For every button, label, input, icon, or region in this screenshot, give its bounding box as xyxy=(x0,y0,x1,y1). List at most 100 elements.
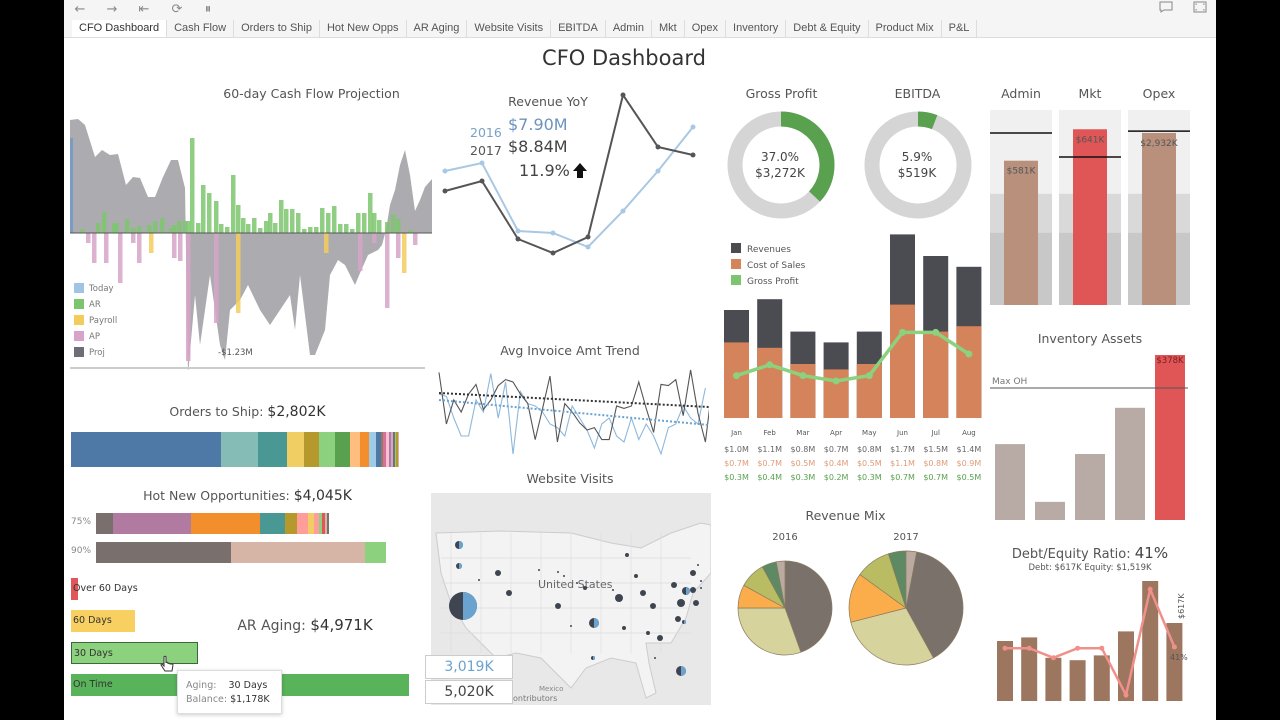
opp-segment[interactable] xyxy=(297,513,308,534)
visit-marker[interactable] xyxy=(697,564,699,566)
revenue-yoy-chart[interactable]: Revenue YoY 2016 $7.90M 2017 $8.84M 11.9… xyxy=(430,85,710,315)
debt-bar[interactable] xyxy=(1045,657,1062,701)
tab-product-mix[interactable]: Product Mix xyxy=(869,20,942,37)
visit-marker[interactable] xyxy=(700,580,702,582)
expense-bar[interactable] xyxy=(1004,160,1038,305)
pause-updates-icon[interactable]: ⏸ xyxy=(198,1,218,19)
inventory-bar[interactable] xyxy=(1115,407,1145,520)
visit-marker[interactable] xyxy=(612,589,614,591)
avg-invoice-chart[interactable] xyxy=(434,365,709,460)
order-segment[interactable] xyxy=(319,432,336,467)
expense-bar[interactable] xyxy=(1142,132,1176,305)
ebitda-donut[interactable]: 5.9% $519K xyxy=(861,108,976,223)
opp-segment[interactable] xyxy=(327,513,329,534)
expense-bullet-admin[interactable]: $581K xyxy=(990,110,1052,306)
cost-of-sales-bar[interactable] xyxy=(956,326,982,418)
debt-bar[interactable] xyxy=(1142,581,1159,701)
legend-item-ap[interactable]: AP xyxy=(74,331,100,342)
cost-of-sales-bar[interactable] xyxy=(890,304,915,418)
inventory-chart[interactable]: Max OH $378K xyxy=(990,350,1190,522)
pl-legend-cost-of-sales[interactable]: Cost of Sales xyxy=(731,259,806,271)
tab-ebitda[interactable]: EBITDA xyxy=(551,20,606,37)
tab-mkt[interactable]: Mkt xyxy=(652,20,685,37)
visit-marker[interactable] xyxy=(690,587,696,593)
opp-segment[interactable] xyxy=(190,513,261,534)
inventory-bar[interactable] xyxy=(1035,501,1065,520)
tab-cfo-dashboard[interactable]: CFO Dashboard xyxy=(72,20,168,37)
tab-admin[interactable]: Admin xyxy=(606,20,652,37)
order-segment[interactable] xyxy=(221,432,258,467)
visit-marker[interactable] xyxy=(615,594,623,602)
visit-marker[interactable] xyxy=(576,582,578,584)
revenue-mix-chart[interactable]: 2016 2017 xyxy=(718,525,988,675)
order-segment[interactable] xyxy=(359,432,370,467)
order-segment[interactable] xyxy=(257,432,287,467)
visit-marker[interactable] xyxy=(506,590,512,596)
opp-segment[interactable] xyxy=(96,542,231,563)
cost-of-sales-bar[interactable] xyxy=(757,347,783,418)
opp-segment[interactable] xyxy=(284,513,298,534)
ar-bucket-30-days[interactable]: 30 Days xyxy=(71,642,198,664)
ar-bucket-over-60-days[interactable]: Over 60 Days xyxy=(71,578,138,600)
opp-segment[interactable] xyxy=(365,542,386,563)
visit-marker[interactable] xyxy=(478,579,480,581)
visit-marker[interactable] xyxy=(677,599,685,607)
order-segment[interactable] xyxy=(335,432,350,467)
order-segment[interactable] xyxy=(286,432,304,467)
visit-marker[interactable] xyxy=(657,635,663,641)
legend-item-today[interactable]: Today xyxy=(74,283,114,294)
ar-bucket-60-days[interactable]: 60 Days xyxy=(71,610,136,632)
inventory-bar[interactable] xyxy=(1075,454,1105,520)
visit-marker[interactable] xyxy=(495,570,501,576)
cost-of-sales-bar[interactable] xyxy=(724,342,749,418)
order-segment[interactable] xyxy=(397,432,400,467)
visit-marker[interactable] xyxy=(671,582,677,588)
tab-orders-to-ship[interactable]: Orders to Ship xyxy=(234,20,320,37)
visit-marker[interactable] xyxy=(650,603,656,609)
order-segment[interactable] xyxy=(303,432,320,467)
visit-marker[interactable] xyxy=(563,575,565,577)
forward-icon[interactable]: → xyxy=(102,1,122,19)
legend-item-proj[interactable]: Proj xyxy=(74,347,105,358)
visit-marker[interactable] xyxy=(693,600,699,606)
tab-cash-flow[interactable]: Cash Flow xyxy=(167,20,235,37)
order-segment[interactable] xyxy=(349,432,360,467)
opp-segment[interactable] xyxy=(230,542,366,563)
visit-marker[interactable] xyxy=(625,553,629,557)
orders-bar[interactable] xyxy=(71,432,409,467)
tab-hot-new-opps[interactable]: Hot New Opps xyxy=(320,20,407,37)
comment-icon[interactable] xyxy=(1156,1,1176,19)
tab-inventory[interactable]: Inventory xyxy=(726,20,787,37)
debt-equity-chart[interactable]: $617K 41% xyxy=(990,575,1200,705)
cost-of-sales-bar[interactable] xyxy=(923,331,949,418)
fullscreen-icon[interactable] xyxy=(1190,1,1210,19)
visit-marker[interactable] xyxy=(700,587,702,589)
visit-marker[interactable] xyxy=(555,603,561,609)
visit-marker[interactable] xyxy=(538,569,540,571)
back-icon[interactable]: ← xyxy=(70,1,90,19)
pl-chart[interactable]: Revenues Cost of Sales Gross Profit Jan $1.0… xyxy=(718,232,988,492)
pl-legend-revenues[interactable]: Revenues xyxy=(731,243,791,255)
visit-marker[interactable] xyxy=(634,574,638,578)
visit-marker[interactable] xyxy=(640,590,646,596)
gross-profit-donut[interactable]: 37.0% $3,272K xyxy=(724,108,839,223)
order-segment[interactable] xyxy=(71,432,222,467)
debt-bar[interactable] xyxy=(1069,660,1086,701)
tab-opex[interactable]: Opex xyxy=(685,20,727,37)
tab-debt-equity[interactable]: Debt & Equity xyxy=(786,20,869,37)
opp-segment[interactable] xyxy=(96,513,113,534)
inventory-bar[interactable] xyxy=(995,444,1025,520)
inventory-bar[interactable] xyxy=(1155,355,1185,520)
expense-bar[interactable] xyxy=(1073,129,1107,305)
tab-ar-aging[interactable]: AR Aging xyxy=(407,20,468,37)
cashflow-chart[interactable]: -$1.23M Today AR Payroll AP Proj xyxy=(70,110,432,370)
visit-marker[interactable] xyxy=(583,586,587,590)
opp-segment[interactable] xyxy=(260,513,285,534)
legend-item-ar[interactable]: AR xyxy=(74,299,101,310)
tab-website-visits[interactable]: Website Visits xyxy=(467,20,552,37)
visit-marker[interactable] xyxy=(557,571,559,573)
visit-marker[interactable] xyxy=(622,626,626,630)
pl-legend-gross-profit[interactable]: Gross Profit xyxy=(731,275,799,287)
revert-icon[interactable]: ⇤ xyxy=(134,1,154,19)
expense-bullet-opex[interactable]: $2,932K xyxy=(1128,110,1190,306)
